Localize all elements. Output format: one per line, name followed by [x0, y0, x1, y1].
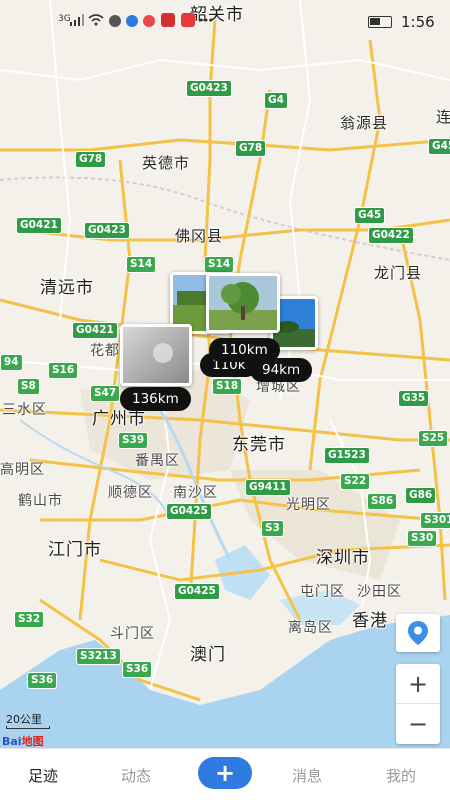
place-doumen: 斗门区 [110, 626, 155, 642]
cluster-photo-136km[interactable] [120, 324, 192, 386]
road-shield: S301 [420, 512, 450, 529]
scale-label: 20公里 [6, 713, 42, 726]
road-shield: G0421 [72, 322, 118, 339]
add-button[interactable]: + [198, 757, 252, 789]
road-shield: S8 [17, 378, 40, 395]
road-shield: S3213 [76, 648, 121, 665]
signal-indicator: 3G [58, 14, 71, 24]
road-shield: S32 [14, 611, 45, 628]
road-shield: 94 [0, 354, 23, 371]
road-shield: S14 [204, 256, 235, 273]
road-shield: S36 [27, 672, 58, 689]
road-shield: S18 [212, 378, 243, 395]
road-shield: G4 [264, 92, 288, 109]
cluster-distance-label[interactable]: 94km [250, 358, 313, 382]
road-shield: G78 [235, 140, 267, 157]
baidu-map-logo: Bai地图 [2, 735, 44, 748]
place-dongguan: 东莞市 [232, 435, 286, 455]
road-shield: G45 [354, 207, 386, 224]
wifi-icon [88, 14, 104, 26]
clock: 1:56 [401, 13, 435, 31]
zoom-in-button[interactable]: + [396, 664, 440, 704]
status-bar: 3G 1:56 [0, 0, 450, 44]
place-shatian: 沙田区 [357, 584, 402, 600]
road-shield: S22 [340, 473, 371, 490]
road-shield: G0425 [174, 583, 220, 600]
battery-icon [368, 16, 392, 28]
place-huadu: 花都 [90, 343, 120, 359]
locate-button[interactable] [396, 614, 440, 652]
cluster-distance-label[interactable]: 136km [120, 387, 191, 411]
place-lidao: 离岛区 [288, 620, 333, 636]
place-shenzhen: 深圳市 [316, 548, 370, 568]
place-qingyuan: 清远市 [40, 278, 94, 298]
scale-bar [6, 726, 50, 729]
map-view[interactable]: 韶关市 翁源县 连 英德市 佛冈县 龙门县 清远市 花都 增城区 三水区 广州市… [0, 0, 450, 748]
app-notification-icon [161, 13, 175, 27]
road-shield: S25 [418, 430, 449, 447]
road-shield: S30 [407, 530, 438, 547]
place-shunde: 顺德区 [108, 485, 153, 501]
road-shield: G35 [398, 390, 430, 407]
tab-footprint[interactable]: 足迹 [28, 765, 58, 786]
road-shield: G86 [405, 487, 437, 504]
plus-icon: + [214, 759, 236, 787]
road-shield: S86 [367, 493, 398, 510]
place-nansha: 南沙区 [173, 485, 218, 501]
place-gaoming: 高明区 [0, 462, 45, 478]
road-shield: S16 [48, 362, 79, 379]
road-shield: G0423 [186, 80, 232, 97]
road-shield: G0422 [368, 227, 414, 244]
place-panyu: 番禺区 [135, 453, 180, 469]
place-sanshui: 三水区 [2, 402, 47, 418]
signal-bars-icon [70, 14, 84, 26]
place-heshan: 鹤山市 [18, 493, 63, 509]
bottom-tab-bar: 足迹 动态 + 消息 我的 [0, 748, 450, 800]
place-guangming: 光明区 [286, 497, 331, 513]
music-icon [126, 15, 138, 27]
road-shield: G0421 [16, 217, 62, 234]
place-yingde: 英德市 [142, 154, 191, 172]
location-pin-icon [408, 621, 428, 645]
zoom-out-button[interactable]: − [396, 704, 440, 744]
road-shield: S3 [261, 520, 284, 537]
road-shield: G1523 [324, 447, 370, 464]
place-hongkong: 香港 [352, 611, 388, 631]
tab-mine[interactable]: 我的 [386, 765, 416, 786]
place-tunmen: 屯门区 [300, 584, 345, 600]
chat-icon [109, 15, 121, 27]
place-lian: 连 [436, 108, 450, 126]
more-icon [199, 18, 213, 22]
road-shield: G78 [75, 151, 107, 168]
app-notification-icon [181, 13, 195, 27]
road-shield: G0425 [166, 503, 212, 520]
place-jiangmen: 江门市 [48, 540, 102, 560]
cluster-photo-110km[interactable] [206, 273, 280, 333]
zoom-control: + − [396, 664, 440, 744]
tab-messages[interactable]: 消息 [292, 765, 322, 786]
place-longmen: 龙门县 [374, 264, 423, 282]
road-shield: S47 [90, 385, 121, 402]
road-shield: S14 [126, 256, 157, 273]
tab-dynamic[interactable]: 动态 [121, 765, 151, 786]
place-wengyuan: 翁源县 [340, 114, 389, 132]
place-fogang: 佛冈县 [175, 227, 224, 245]
place-macau: 澳门 [190, 645, 226, 665]
road-shield: G0423 [84, 222, 130, 239]
road-shield: G45 [428, 138, 450, 155]
weibo-icon [143, 15, 155, 27]
road-shield: G9411 [245, 479, 291, 496]
road-shield: S39 [118, 432, 149, 449]
road-shield: S36 [122, 661, 153, 678]
